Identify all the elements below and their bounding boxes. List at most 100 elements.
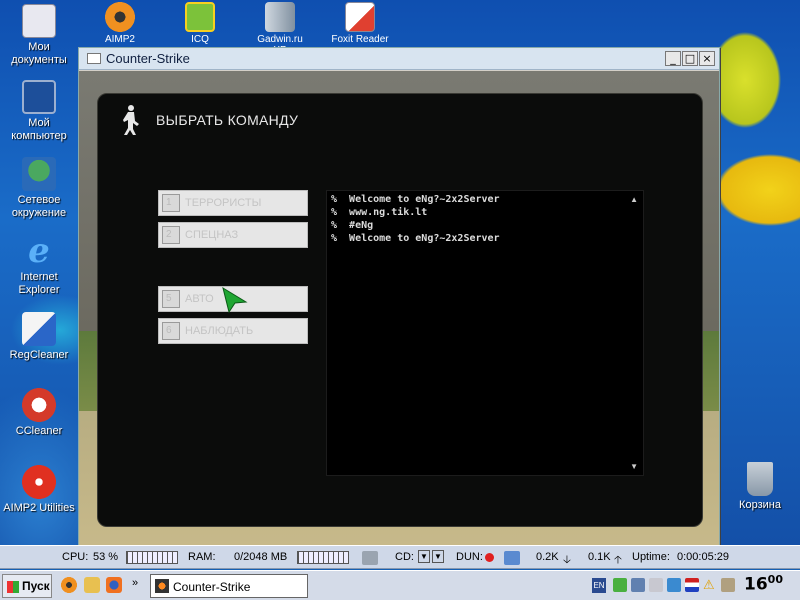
- desktop-icon-label: Мой: [28, 117, 50, 129]
- desktop-icon-my-documents[interactable]: Мои документы: [1, 4, 77, 67]
- dun-label: DUN:: [456, 551, 483, 563]
- download-arrow-icon: 🡣: [563, 554, 571, 566]
- network-activity-icon: [504, 551, 520, 565]
- desktop-icon-label: Мои: [28, 41, 50, 53]
- ccleaner-icon: [22, 388, 56, 422]
- desktop-icon-recycle-bin[interactable]: Корзина: [722, 462, 798, 512]
- download-rate: 0.2K: [536, 551, 559, 563]
- clock-minutes: 00: [767, 573, 783, 586]
- quicklaunch-aimp-icon[interactable]: [61, 577, 77, 593]
- quicklaunch-firefox-icon[interactable]: [106, 577, 122, 593]
- uptime-value: 0:00:05:29: [677, 551, 729, 563]
- tray-utorrent-icon[interactable]: [613, 578, 627, 592]
- network-icon: [22, 157, 56, 191]
- system-monitor-bar: CPU: 53 % RAM: 0/2048 MB CD: ▼ ▼ DUN: 0.…: [0, 545, 800, 569]
- desktop-icon-label: ICQ: [191, 34, 209, 45]
- desktop-icon-regcleaner[interactable]: RegCleaner: [1, 312, 77, 362]
- tray-flag-icon[interactable]: [685, 578, 699, 592]
- tray-volume-icon[interactable]: [649, 578, 663, 592]
- clock-hours: 16: [744, 574, 768, 595]
- desktop-icon-internet-explorer[interactable]: e Internet Explorer: [1, 234, 77, 297]
- desktop-icon-ccleaner[interactable]: CCleaner: [1, 388, 77, 438]
- scroll-down-icon[interactable]: ▼: [630, 462, 638, 471]
- hdd-icon: [362, 551, 378, 565]
- console-line: % www.ng.tik.lt: [331, 207, 428, 218]
- window-app-icon: [87, 53, 101, 64]
- desktop-icon-my-computer[interactable]: Мой компьютер: [1, 80, 77, 143]
- tray-warning-icon[interactable]: ⚠: [703, 578, 717, 592]
- team-button-terrorists[interactable]: 1 ТЕРРОРИСТЫ: [158, 190, 308, 216]
- team-button-label: АВТО: [185, 293, 214, 305]
- team-select-panel: ВЫБРАТЬ КОМАНДУ 1 ТЕРРОРИСТЫ 2 СПЕЦНАЗ 5…: [97, 93, 703, 527]
- minimize-button[interactable]: _: [665, 51, 681, 66]
- desktop-icon-label: Сетевое: [17, 194, 61, 206]
- my-computer-icon: [22, 80, 56, 114]
- console-line: % Welcome to eNg?~2x2Server: [331, 194, 500, 205]
- ram-meter: [297, 551, 349, 564]
- recycle-bin-icon: [747, 462, 773, 496]
- cd-eject-button[interactable]: ▼: [418, 550, 430, 563]
- taskbar-item-label: Counter-Strike: [173, 580, 251, 594]
- uptime-label: Uptime:: [632, 551, 670, 563]
- counter-strike-window: Counter-Strike _ □ × ВЫБРАТЬ КОМАНДУ 1 Т…: [78, 47, 720, 545]
- desktop-icon-label: Foxit Reader: [331, 34, 389, 45]
- team-button-label: НАБЛЮДАТЬ: [185, 325, 254, 337]
- desktop-icon-label: CCleaner: [15, 425, 63, 437]
- desktop-icon-label: компьютер: [11, 130, 67, 142]
- desktop-icon-label: Internet: [20, 271, 58, 283]
- desktop-icon-label: документы: [11, 54, 67, 66]
- desktop-icon-network[interactable]: Сетевое окружение: [1, 157, 77, 220]
- counter-strike-logo-icon: [123, 105, 139, 135]
- taskbar-item-counter-strike[interactable]: Counter-Strike: [150, 574, 308, 598]
- close-button[interactable]: ×: [699, 51, 715, 66]
- desktop-icon-aimp2[interactable]: AIMP2: [90, 2, 150, 45]
- desktop-icon-foxit-reader[interactable]: Foxit Reader: [330, 2, 390, 45]
- scroll-up-icon[interactable]: ▲: [630, 195, 638, 204]
- cd-menu-button[interactable]: ▼: [432, 550, 444, 563]
- tray-tools-icon[interactable]: [721, 578, 735, 592]
- clock[interactable]: 1600: [744, 573, 783, 595]
- quicklaunch-folder-icon[interactable]: [84, 577, 100, 593]
- team-button-spectate[interactable]: 6 НАБЛЮДАТЬ: [158, 318, 308, 344]
- desktop-icon-label: RegCleaner: [9, 349, 69, 361]
- language-indicator[interactable]: EN: [592, 578, 606, 593]
- team-button-label: СПЕЦНАЗ: [185, 229, 239, 241]
- team-button-ct[interactable]: 2 СПЕЦНАЗ: [158, 222, 308, 248]
- team-select-title: ВЫБРАТЬ КОМАНДУ: [156, 112, 299, 128]
- cd-label: CD:: [395, 551, 414, 563]
- aimp-icon: [105, 2, 135, 32]
- desktop-icon-label: AIMP2 Utilities: [3, 502, 75, 514]
- game-cursor-icon: [222, 286, 248, 314]
- team-button-number: 5: [162, 290, 180, 308]
- desktop-icon-label: Корзина: [739, 499, 781, 511]
- my-documents-icon: [22, 4, 56, 38]
- window-title: Counter-Strike: [106, 51, 190, 66]
- team-button-label: ТЕРРОРИСТЫ: [185, 197, 262, 209]
- start-button[interactable]: Пуск: [2, 574, 52, 598]
- team-button-number: 1: [162, 194, 180, 212]
- dun-status-icon: [485, 553, 494, 562]
- desktop-icon-label: Explorer: [18, 284, 60, 296]
- maximize-button[interactable]: □: [682, 51, 698, 66]
- taskbar-expand-icon[interactable]: »: [132, 577, 138, 589]
- tray-monitor-icon[interactable]: [631, 578, 645, 592]
- console-line: % #eNg: [331, 220, 374, 231]
- desktop-icon-label: AIMP2: [104, 34, 135, 45]
- upload-arrow-icon: 🡡: [614, 554, 622, 566]
- console-lines: % Welcome to eNg?~2x2Server % www.ng.tik…: [327, 191, 643, 247]
- aimp-utilities-icon: [22, 465, 56, 499]
- ie-icon: e: [28, 231, 50, 271]
- taskbar: Пуск » Counter-Strike EN ⚠ 1600: [0, 570, 800, 600]
- motd-console[interactable]: % Welcome to eNg?~2x2Server % www.ng.tik…: [326, 190, 644, 476]
- start-label: Пуск: [22, 579, 50, 593]
- tray-network-icon[interactable]: [667, 578, 681, 592]
- desktop-icon-aimp-utilities[interactable]: AIMP2 Utilities: [1, 465, 77, 515]
- cpu-value: 53 %: [93, 551, 119, 563]
- team-button-number: 2: [162, 226, 180, 244]
- desktop-icon-icq[interactable]: ICQ: [170, 2, 230, 45]
- window-titlebar[interactable]: Counter-Strike _ □ ×: [79, 48, 719, 70]
- game-viewport[interactable]: ВЫБРАТЬ КОМАНДУ 1 ТЕРРОРИСТЫ 2 СПЕЦНАЗ 5…: [79, 71, 719, 545]
- foxit-icon: [345, 2, 375, 32]
- windows-logo-icon: [7, 581, 19, 593]
- desktop-icon-label: окружение: [11, 207, 67, 219]
